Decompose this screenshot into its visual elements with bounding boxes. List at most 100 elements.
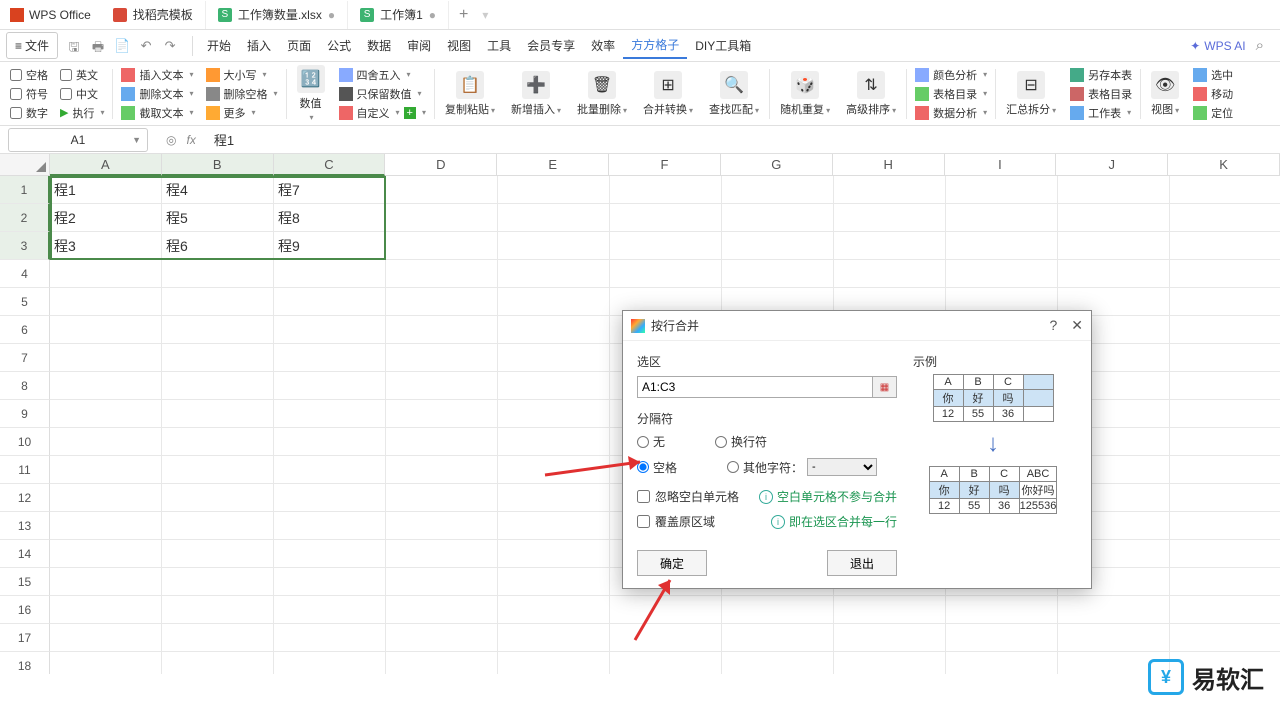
cell[interactable] xyxy=(610,204,722,232)
row-header-8[interactable]: 8 xyxy=(0,372,50,400)
menu-start[interactable]: 开始 xyxy=(199,33,239,58)
cell[interactable] xyxy=(610,596,722,624)
cell[interactable] xyxy=(274,624,386,652)
cell[interactable]: 程7 xyxy=(274,176,386,204)
cell[interactable] xyxy=(274,456,386,484)
cell[interactable] xyxy=(386,232,498,260)
menu-page[interactable]: 页面 xyxy=(279,33,319,58)
cell[interactable] xyxy=(722,596,834,624)
cell[interactable] xyxy=(498,232,610,260)
cell[interactable] xyxy=(1170,316,1280,344)
radio-space[interactable]: 空格 xyxy=(637,458,677,476)
cell[interactable] xyxy=(946,176,1058,204)
row-header-1[interactable]: 1 xyxy=(0,176,50,204)
cell[interactable] xyxy=(162,456,274,484)
cell[interactable] xyxy=(274,316,386,344)
extract-text[interactable]: 截取文本▾ xyxy=(121,105,193,121)
cell[interactable] xyxy=(722,624,834,652)
name-box[interactable]: A1 ▼ xyxy=(8,128,148,152)
row-header-13[interactable]: 13 xyxy=(0,512,50,540)
cell[interactable] xyxy=(386,260,498,288)
cell[interactable] xyxy=(722,260,834,288)
cell[interactable] xyxy=(1170,540,1280,568)
cell[interactable] xyxy=(946,260,1058,288)
tab-workbook-count[interactable]: S 工作簿数量.xlsx ● xyxy=(206,1,348,29)
menu-efficiency[interactable]: 效率 xyxy=(583,33,623,58)
cell[interactable] xyxy=(610,652,722,674)
cell[interactable] xyxy=(386,428,498,456)
col-header-B[interactable]: B xyxy=(162,154,274,176)
cell[interactable] xyxy=(274,344,386,372)
cell[interactable] xyxy=(50,512,162,540)
advanced-sort[interactable]: ⇅高级排序▾ xyxy=(840,69,902,119)
cell[interactable] xyxy=(50,456,162,484)
table-toc2[interactable]: 表格目录 xyxy=(1070,86,1132,102)
cell[interactable] xyxy=(274,428,386,456)
cell[interactable] xyxy=(722,204,834,232)
dialog-titlebar[interactable]: 按行合并 ? ✕ xyxy=(623,311,1091,341)
fx-icon[interactable]: fx xyxy=(186,133,195,147)
col-header-G[interactable]: G xyxy=(721,154,833,176)
cell[interactable] xyxy=(834,176,946,204)
cell[interactable] xyxy=(162,512,274,540)
cell[interactable] xyxy=(610,624,722,652)
preview-icon[interactable]: 📄 xyxy=(114,38,130,54)
search-icon[interactable]: ⌕ xyxy=(1256,37,1264,54)
value-button[interactable]: 🔢数值▾ xyxy=(291,63,331,124)
check-chinese[interactable]: 中文 xyxy=(60,86,104,102)
check-symbol[interactable]: 符号 xyxy=(10,86,48,102)
cell[interactable] xyxy=(610,176,722,204)
tab-templates[interactable]: 找稻壳模板 xyxy=(101,1,206,29)
menu-tools[interactable]: 工具 xyxy=(479,33,519,58)
check-ignore-blank[interactable]: 忽略空白单元格 xyxy=(637,488,739,505)
menu-view[interactable]: 视图 xyxy=(439,33,479,58)
cell[interactable] xyxy=(274,652,386,674)
menu-insert[interactable]: 插入 xyxy=(239,33,279,58)
cancel-button[interactable]: 退出 xyxy=(827,550,897,576)
custom-button[interactable]: 自定义▾ +▾ xyxy=(339,105,426,121)
keep-value[interactable]: 只保留数值▾ xyxy=(339,86,426,102)
cell[interactable] xyxy=(386,456,498,484)
cell[interactable] xyxy=(498,484,610,512)
cell[interactable] xyxy=(50,568,162,596)
cell[interactable] xyxy=(50,288,162,316)
delete-space[interactable]: 删除空格▾ xyxy=(206,86,278,102)
cell[interactable] xyxy=(162,428,274,456)
cell[interactable] xyxy=(162,288,274,316)
cell[interactable] xyxy=(162,484,274,512)
file-menu[interactable]: ≡ 文件 xyxy=(6,32,58,59)
cell[interactable] xyxy=(50,596,162,624)
cell[interactable] xyxy=(274,260,386,288)
cell[interactable] xyxy=(274,512,386,540)
tab-menu-icon[interactable]: ▾ xyxy=(482,8,488,22)
cell[interactable] xyxy=(1058,596,1170,624)
cell[interactable] xyxy=(162,652,274,674)
cell[interactable] xyxy=(834,260,946,288)
cell[interactable] xyxy=(162,568,274,596)
row-header-3[interactable]: 3 xyxy=(0,232,50,260)
row-header-5[interactable]: 5 xyxy=(0,288,50,316)
col-header-K[interactable]: K xyxy=(1168,154,1280,176)
cell[interactable] xyxy=(498,456,610,484)
row-header-15[interactable]: 15 xyxy=(0,568,50,596)
cell[interactable] xyxy=(722,232,834,260)
cell[interactable] xyxy=(386,288,498,316)
cell[interactable] xyxy=(946,624,1058,652)
cell[interactable] xyxy=(162,316,274,344)
cell[interactable] xyxy=(386,400,498,428)
cell[interactable] xyxy=(386,624,498,652)
cell[interactable] xyxy=(498,344,610,372)
col-header-C[interactable]: C xyxy=(274,154,386,176)
cell[interactable] xyxy=(498,400,610,428)
cell[interactable] xyxy=(162,540,274,568)
cell[interactable] xyxy=(498,540,610,568)
cell[interactable] xyxy=(386,204,498,232)
cell[interactable] xyxy=(1170,260,1280,288)
row-header-4[interactable]: 4 xyxy=(0,260,50,288)
cell[interactable] xyxy=(498,288,610,316)
cell[interactable] xyxy=(274,484,386,512)
row-header-6[interactable]: 6 xyxy=(0,316,50,344)
formula-input[interactable]: 程1 xyxy=(206,130,1280,149)
cell[interactable] xyxy=(386,512,498,540)
radio-none[interactable]: 无 xyxy=(637,433,665,450)
